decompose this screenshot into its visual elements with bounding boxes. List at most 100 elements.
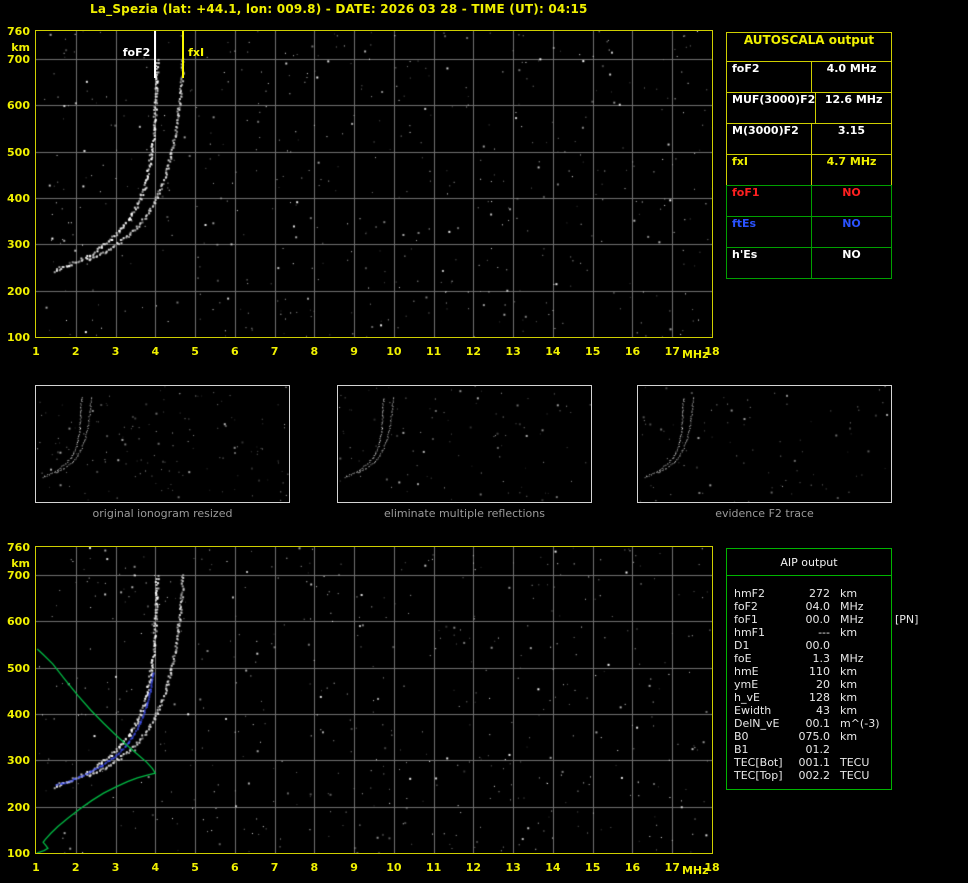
aip-output-panel: AIP output hmF2 272 km foF2 04.0 MHz foF1 00.0 M…	[726, 548, 918, 790]
aip-name: hmF1	[734, 626, 766, 639]
aip-name: D1	[734, 639, 750, 652]
aip-name: ymE	[734, 678, 759, 691]
autoscala-param-name: MUF(3000)F2	[727, 93, 817, 123]
aip-value: 20	[816, 678, 830, 691]
aip-name: hmE	[734, 665, 759, 678]
aip-unit: km	[840, 691, 858, 704]
aip-unit: MHz	[840, 613, 864, 626]
x-tick-label: 16	[624, 345, 641, 358]
autoscala-param-value: NO	[842, 186, 861, 199]
aip-value: 001.1	[798, 756, 831, 769]
aip-name: foE	[734, 652, 752, 665]
autoscala-param-value: 3.15	[837, 124, 866, 137]
x-tick-label: 2	[71, 345, 80, 358]
autoscala-param-value: 12.6 MHz	[824, 93, 883, 106]
aip-value: 075.0	[798, 730, 831, 743]
aip-value: 110	[809, 665, 830, 678]
aip-row-suffix: [PN]	[895, 613, 919, 626]
y-tick-label: 200	[7, 800, 30, 814]
x-tick-label: 12	[465, 345, 482, 358]
aip-value: 1.3	[812, 652, 831, 665]
x-tick-label: 2	[71, 861, 80, 874]
aip-row-ymE: ymE 20 km	[727, 678, 891, 691]
y-tick-label: 600	[7, 615, 30, 629]
aip-row-B0: B0 075.0 km	[727, 730, 891, 743]
autoscala-row-MUF(3000)F2: MUF(3000)F2 12.6 MHz	[726, 92, 892, 124]
aip-value: 43	[816, 704, 830, 717]
thumbnail-f2-trace-evidence	[637, 385, 892, 503]
y-tick-label: 200	[7, 284, 30, 298]
aip-name: foF1	[734, 613, 758, 626]
aip-name: Ewidth	[734, 704, 772, 717]
aip-row-DelN_vE: DelN_vE 00.1 m^(-3)	[727, 717, 891, 730]
aip-value: 002.2	[798, 769, 831, 782]
fof2-marker-label: foF2	[122, 46, 151, 59]
x-tick-label: 16	[624, 861, 641, 874]
x-tick-label: 10	[386, 861, 402, 874]
autoscala-panel-title: AUTOSCALA output	[726, 32, 892, 62]
top-ionogram-canvas	[36, 31, 712, 337]
y-tick-label: 700	[7, 568, 30, 582]
aip-unit: TECU	[840, 756, 870, 769]
x-tick-label: 9	[350, 861, 358, 874]
aip-unit: km	[840, 730, 858, 743]
x-tick-label: 8	[310, 345, 319, 358]
aip-value: 272	[809, 587, 830, 600]
thumbnail-original-ionogram	[35, 385, 290, 503]
y-axis-unit: km	[11, 557, 30, 570]
x-tick-label: 13	[505, 861, 521, 874]
aip-unit: km	[840, 678, 858, 691]
x-tick-label: 15	[585, 345, 601, 358]
autoscala-row-foF2: foF2 4.0 MHz	[726, 61, 892, 93]
autoscala-row-M(3000)F2: M(3000)F2 3.15	[726, 123, 892, 155]
aip-name: DelN_vE	[734, 717, 780, 730]
aip-name: h_vE	[734, 691, 760, 704]
autoscala-param-value: 4.0 MHz	[826, 62, 877, 75]
y-tick-label: 600	[7, 99, 30, 113]
autoscala-rows: foF2 4.0 MHz MUF(3000)F2 12.6 MHz M(3000)F2 3…	[726, 61, 892, 279]
x-tick-label: 15	[585, 861, 601, 874]
aip-name: B1	[734, 743, 749, 756]
aip-row-TEC[Top]: TEC[Top] 002.2 TECU	[727, 769, 891, 782]
aip-row-TEC[Bot]: TEC[Bot] 001.1 TECU	[727, 756, 891, 769]
x-tick-label: 1	[32, 861, 40, 874]
autoscala-param-name: ftEs	[727, 217, 812, 247]
autoscala-param-value: NO	[842, 217, 861, 230]
autoscala-row-fxI: fxI 4.7 MHz	[726, 154, 892, 186]
y-tick-label: 100	[7, 331, 30, 344]
x-tick-label: 7	[270, 345, 279, 358]
y-tick-label: 400	[7, 707, 30, 721]
aip-value: 01.2	[805, 743, 831, 756]
y-tick-label: 500	[7, 661, 30, 675]
thumbnail-no-multiple-reflections	[337, 385, 592, 503]
thumbnail-f2-evidence-canvas	[638, 386, 891, 502]
aip-value: 00.0	[805, 613, 831, 626]
aip-name: TEC[Top]	[734, 769, 783, 782]
thumbnail-caption: evidence F2 trace	[715, 507, 814, 520]
thumbnail-caption: original ionogram resized	[92, 507, 233, 520]
x-tick-label: 12	[465, 861, 482, 874]
aip-row-hmF1: hmF1 --- km	[727, 626, 891, 639]
aip-row-h_vE: h_vE 128 km	[727, 691, 891, 704]
y-tick-label: 300	[7, 238, 30, 252]
aip-unit: km	[840, 626, 858, 639]
station-date-time-header: La_Spezia (lat: +44.1, lon: 009.8) - DAT…	[90, 2, 588, 16]
y-tick-label: 700	[7, 52, 30, 66]
x-tick-label: 3	[111, 345, 120, 358]
aip-value: 04.0	[805, 600, 831, 613]
autoscala-row-foF1: foF1 NO	[726, 185, 892, 217]
y-tick-label: 100	[7, 847, 30, 860]
aip-value: 00.1	[805, 717, 831, 730]
aip-row-foF2: foF2 04.0 MHz	[727, 600, 891, 613]
aip-unit: km	[840, 587, 858, 600]
x-tick-label: 14	[545, 345, 561, 358]
x-tick-label: 7	[270, 861, 279, 874]
autoscala-row-h'Es: h'Es NO	[726, 247, 892, 279]
x-tick-label: 11	[425, 345, 442, 358]
aip-row-hmF2: hmF2 272 km	[727, 587, 891, 600]
x-axis-unit: MHz	[681, 864, 709, 877]
autoscala-param-value: NO	[842, 248, 861, 261]
x-tick-label: 1	[32, 345, 40, 358]
x-tick-label: 3	[111, 861, 120, 874]
aip-rows: hmF2 272 km foF2 04.0 MHz foF1 00.0 MHz [PN] hmF1 -…	[727, 587, 918, 782]
